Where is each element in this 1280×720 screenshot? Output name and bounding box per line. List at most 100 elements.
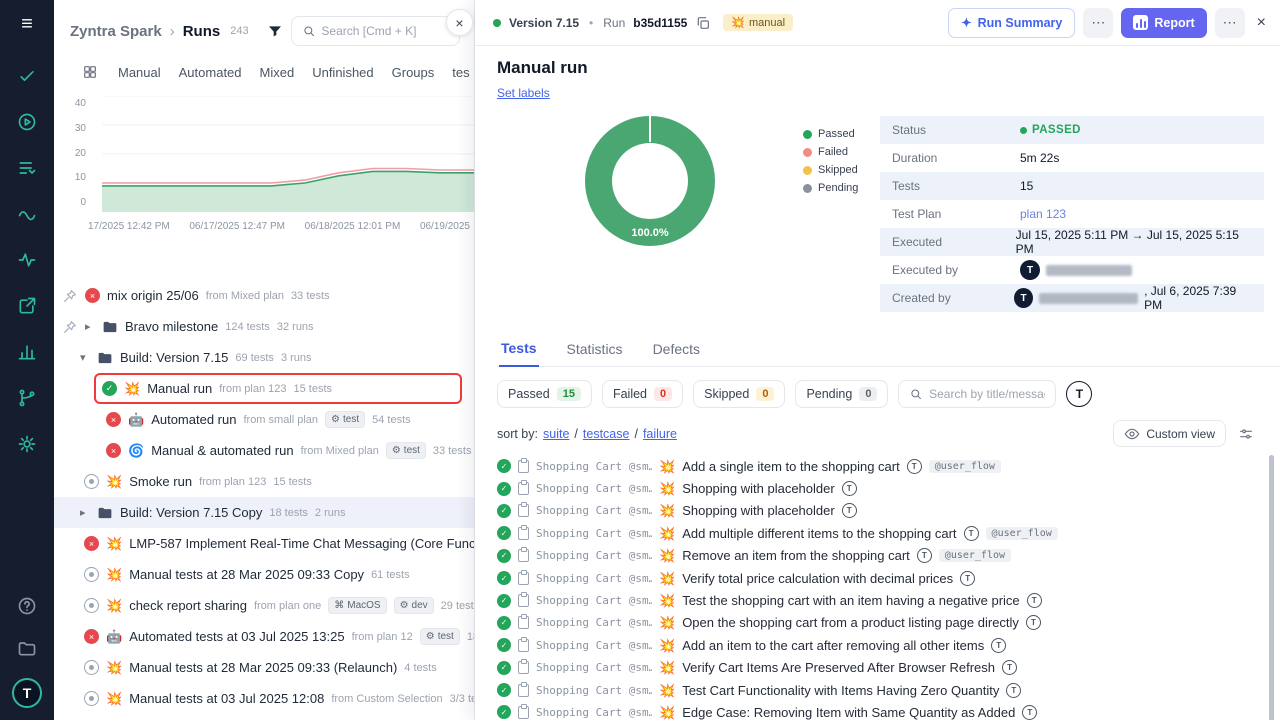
status-failed-icon: × — [106, 443, 121, 458]
run-row-smoke-run[interactable]: 💥 Smoke run from plan 123 15 tests — [54, 466, 474, 497]
gear-icon: ⚙ — [331, 414, 340, 425]
group-row-build-715[interactable]: ▾ Build: Version 7.15 69 tests 3 runs — [54, 342, 474, 373]
run-row-manual-automated[interactable]: × 🌀 Manual & automated run from Mixed pl… — [54, 435, 474, 466]
test-row[interactable]: ✓ Shopping Cart @sm… 💥 Add multiple diff… — [497, 522, 1260, 544]
flaky-wave-icon[interactable] — [15, 202, 39, 226]
run-meta: 54 tests — [372, 414, 411, 426]
tests-search-input[interactable] — [929, 387, 1045, 401]
pin-icon[interactable] — [62, 319, 78, 335]
filter-funnel-icon[interactable] — [267, 23, 283, 39]
test-row[interactable]: ✓ Shopping Cart @sm… 💥 Add an item to th… — [497, 634, 1260, 656]
tab-manual[interactable]: Manual — [118, 65, 161, 80]
run-meta: 4 tests — [404, 662, 436, 674]
test-row[interactable]: ✓ Shopping Cart @sm… 💥 Shopping with pla… — [497, 477, 1260, 499]
scrollbar-thumb[interactable] — [1269, 455, 1274, 720]
tasks-check-icon[interactable] — [15, 64, 39, 88]
status-neutral-icon — [84, 474, 99, 489]
tab-tests[interactable]: Tests — [499, 334, 539, 367]
tab-mixed[interactable]: Mixed — [260, 65, 295, 80]
runs-play-icon[interactable] — [15, 110, 39, 134]
group-tests: 69 tests — [235, 352, 274, 364]
test-plan-link[interactable]: plan 123 — [1020, 207, 1066, 221]
version-label[interactable]: Version 7.15 — [509, 16, 579, 30]
group-row-bravo[interactable]: ▸ Bravo milestone 124 tests 32 runs — [54, 311, 474, 342]
hamburger-menu-icon[interactable]: ≡ — [21, 14, 33, 34]
tab-defects[interactable]: Defects — [651, 334, 702, 366]
panel-close-button[interactable]: × — [446, 9, 473, 36]
status-neutral-icon — [84, 567, 99, 582]
reports-chart-icon[interactable] — [15, 340, 39, 364]
run-row-manual-tests-1208[interactable]: 💥 Manual tests at 03 Jul 2025 12:08 from… — [54, 683, 474, 714]
manual-spark-icon: 💥 — [659, 572, 675, 585]
test-title: Add multiple different items to the shop… — [682, 526, 956, 541]
tab-automated[interactable]: Automated — [179, 65, 242, 80]
set-labels-link[interactable]: Set labels — [497, 86, 550, 100]
run-row-manual-run[interactable]: ✓ 💥 Manual run from plan 123 15 tests — [96, 375, 460, 402]
export-icon[interactable] — [15, 294, 39, 318]
bullet-sep: • — [589, 16, 593, 30]
test-row[interactable]: ✓ Shopping Cart @sm… 💥 Test the shopping… — [497, 589, 1260, 611]
detail-close-button[interactable]: × — [1257, 14, 1266, 32]
test-row[interactable]: ✓ Shopping Cart @sm… 💥 Edge Case: Removi… — [497, 701, 1260, 720]
run-row-check-report-sharing[interactable]: 💥 check report sharing from plan one ⌘Ma… — [54, 590, 474, 621]
chevron-down-icon[interactable]: ▾ — [80, 351, 90, 364]
filter-pending[interactable]: Pending0 — [795, 380, 888, 408]
settings-gear-icon[interactable] — [15, 432, 39, 456]
chevron-right-icon[interactable]: ▸ — [80, 506, 90, 519]
breadcrumb-project[interactable]: Zyntra Spark — [70, 23, 162, 40]
custom-view-button[interactable]: Custom view — [1113, 420, 1226, 447]
donut-legend: Passed Failed Skipped Pending — [803, 128, 858, 318]
test-row[interactable]: ✓ Shopping Cart @sm… 💥 Open the shopping… — [497, 612, 1260, 634]
test-cases-list-icon[interactable] — [15, 156, 39, 180]
branch-icon[interactable] — [15, 386, 39, 410]
tab-unfinished[interactable]: Unfinished — [312, 65, 373, 80]
run-row-mix-origin[interactable]: × mix origin 25/06 from Mixed plan 33 te… — [54, 280, 474, 311]
test-row[interactable]: ✓ Shopping Cart @sm… 💥 Verify total pric… — [497, 567, 1260, 589]
sort-failure-link[interactable]: failure — [643, 427, 677, 441]
env-badge: ⚙test — [420, 628, 460, 645]
view-settings-icon[interactable] — [1238, 426, 1254, 442]
test-row[interactable]: ✓ Shopping Cart @sm… 💥 Add a single item… — [497, 455, 1260, 477]
run-title: check report sharing — [129, 598, 247, 613]
report-chart-icon — [1133, 15, 1148, 30]
projects-folder-icon[interactable] — [15, 636, 39, 660]
test-row[interactable]: ✓ Shopping Cart @sm… 💥 Test Cart Functio… — [497, 679, 1260, 701]
user-avatar[interactable]: T — [12, 678, 42, 708]
view-grid-icon[interactable] — [82, 64, 98, 80]
group-runs: 2 runs — [315, 507, 346, 519]
tab-statistics[interactable]: Statistics — [565, 334, 625, 366]
run-summary-button[interactable]: ✦ Run Summary — [948, 8, 1075, 38]
test-row[interactable]: ✓ Shopping Cart @sm… 💥 Shopping with pla… — [497, 500, 1260, 522]
assignee-filter-button[interactable]: T — [1066, 381, 1092, 407]
sort-testcase-link[interactable]: testcase — [583, 427, 630, 441]
tab-groups[interactable]: Groups — [392, 65, 435, 80]
filter-failed[interactable]: Failed0 — [602, 380, 683, 408]
run-row-lmp-587[interactable]: × 💥 LMP-587 Implement Real-Time Chat Mes… — [54, 528, 474, 559]
pulse-analytics-icon[interactable] — [15, 248, 39, 272]
run-row-manual-tests-copy[interactable]: 💥 Manual tests at 28 Mar 2025 09:33 Copy… — [54, 559, 474, 590]
filter-skipped[interactable]: Skipped0 — [693, 380, 785, 408]
runs-search-input[interactable] — [321, 24, 449, 38]
more-options-button[interactable]: ⋯ — [1215, 8, 1245, 38]
status-passed-icon: ✓ — [102, 381, 117, 396]
more-actions-button[interactable]: ⋯ — [1083, 8, 1113, 38]
test-title: Verify Cart Items Are Preserved After Br… — [682, 660, 995, 675]
run-row-automated-run[interactable]: × 🤖 Automated run from small plan ⚙test … — [54, 404, 474, 435]
group-row-build-715-copy[interactable]: ▸ Build: Version 7.15 Copy 18 tests 2 ru… — [54, 497, 474, 528]
chevron-right-icon[interactable]: ▸ — [85, 320, 95, 333]
detail-topbar: Version 7.15 • Run b35d1155 💥 manual ✦ R… — [475, 0, 1280, 46]
copy-icon[interactable] — [695, 15, 711, 31]
tab-truncated[interactable]: tes — [452, 65, 469, 80]
report-button[interactable]: Report — [1121, 8, 1206, 38]
run-row-automated-tests[interactable]: × 🤖 Automated tests at 03 Jul 2025 13:25… — [54, 621, 474, 652]
gear-icon: ⚙ — [392, 445, 401, 456]
test-row[interactable]: ✓ Shopping Cart @sm… 💥 Remove an item fr… — [497, 545, 1260, 567]
status-failed-icon: × — [85, 288, 100, 303]
filter-passed[interactable]: Passed15 — [497, 380, 592, 408]
pin-icon[interactable] — [62, 288, 78, 304]
test-row[interactable]: ✓ Shopping Cart @sm… 💥 Verify Cart Items… — [497, 657, 1260, 679]
run-row-manual-tests-relaunch[interactable]: 💥 Manual tests at 28 Mar 2025 09:33 (Rel… — [54, 652, 474, 683]
help-icon[interactable] — [15, 594, 39, 618]
sort-suite-link[interactable]: suite — [543, 427, 569, 441]
folder-icon — [102, 320, 118, 334]
